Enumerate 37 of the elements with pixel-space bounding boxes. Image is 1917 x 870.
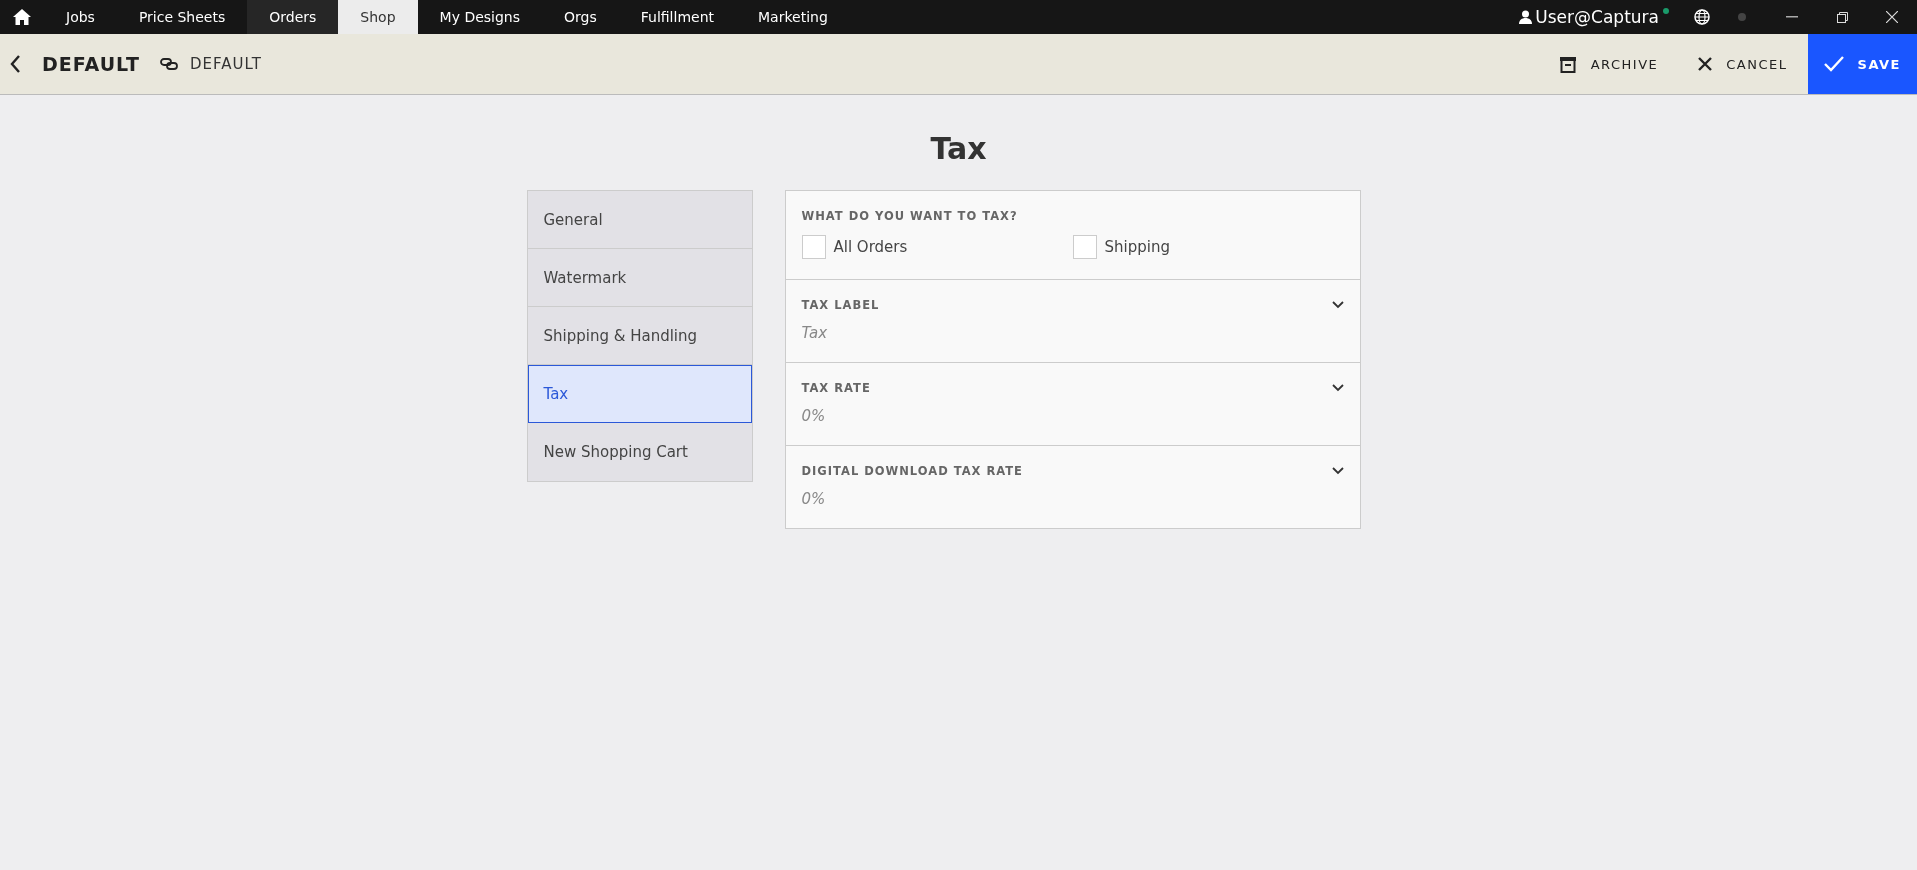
field-label: TAX LABEL: [801, 298, 880, 312]
archive-button[interactable]: ARCHIVE: [1538, 34, 1679, 94]
input-field[interactable]: Tax: [801, 324, 1344, 342]
globe-icon: [1694, 9, 1710, 25]
menu-item[interactable]: Tax: [527, 365, 752, 423]
status-dot: [1663, 8, 1669, 14]
user-account[interactable]: User@Captura: [1519, 0, 1663, 34]
check-icon: [1823, 56, 1844, 72]
nav-tab[interactable]: Shop: [338, 0, 418, 34]
home-icon: [13, 9, 31, 25]
link-icon: [160, 58, 179, 70]
close-icon: [1886, 11, 1898, 23]
input-field[interactable]: 0%: [801, 407, 1344, 425]
nav-tab[interactable]: Orders: [247, 0, 339, 34]
chevron-down-icon[interactable]: [1331, 301, 1344, 309]
close-icon: [1698, 57, 1713, 71]
section-label: WHAT DO YOU WANT TO TAX?: [801, 209, 1019, 223]
field-label: TAX RATE: [801, 381, 871, 395]
linked-name: DEFAULT: [190, 55, 262, 73]
save-button[interactable]: SAVE: [1807, 34, 1917, 94]
dot-icon: [1738, 13, 1746, 21]
checkbox-option[interactable]: All Orders: [801, 235, 1073, 259]
chevron-down-icon[interactable]: [1331, 384, 1344, 392]
field-label: DIGITAL DOWNLOAD TAX RATE: [801, 464, 1023, 478]
person-icon: [1519, 10, 1533, 24]
back-icon: [10, 55, 20, 73]
chevron-down-icon[interactable]: [1331, 467, 1344, 475]
checkbox[interactable]: [1072, 235, 1097, 259]
page-title: Tax: [929, 131, 988, 166]
checkbox-option[interactable]: Shipping: [1072, 235, 1344, 259]
restore-icon: [1836, 11, 1848, 23]
archive-icon: [1558, 55, 1577, 73]
checkbox[interactable]: [801, 235, 826, 259]
input-field[interactable]: 0%: [801, 490, 1344, 508]
cancel-button[interactable]: CANCEL: [1678, 34, 1808, 94]
minimize-icon: [1786, 16, 1798, 18]
page-header-title: DEFAULT: [42, 53, 141, 75]
